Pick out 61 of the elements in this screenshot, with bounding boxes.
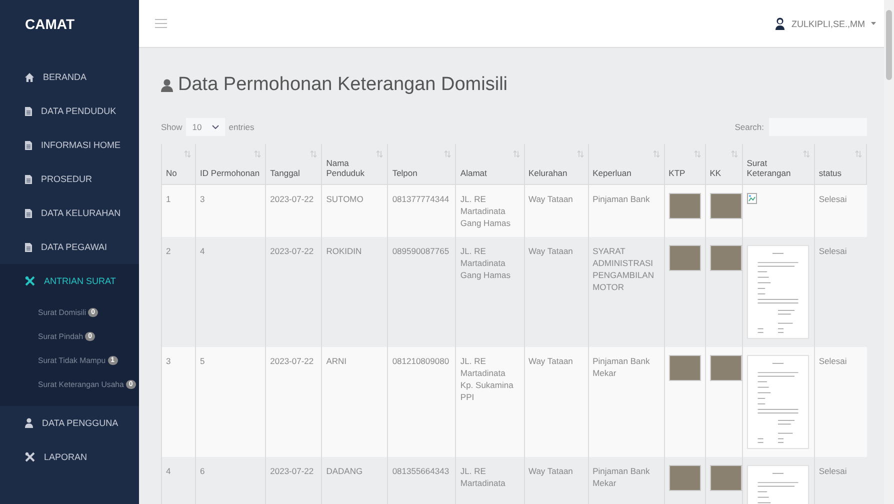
page-title: Data Permohonan Keterangan Domisili (161, 74, 876, 96)
photo-placeholder (710, 465, 742, 491)
sort-icon (310, 150, 318, 158)
photo-placeholder (710, 355, 742, 381)
sidebar-item[interactable]: DATA PEGAWAI (0, 230, 139, 264)
brand-title: CAMAT (24, 15, 76, 34)
show-label: Show (161, 122, 182, 132)
chevron-down-icon (212, 125, 219, 129)
table-cell: JL. RE Martadinata (456, 457, 524, 504)
sidebar-item[interactable]: PROSEDUR (0, 162, 139, 196)
table-cell: 2023-07-22 (266, 457, 322, 504)
table-cell: Pinjaman Bank Mekar (588, 457, 664, 504)
sort-icon (512, 150, 520, 158)
table-cell: DADANG (322, 457, 388, 504)
sort-icon (652, 150, 660, 158)
sort-icon (376, 150, 384, 158)
sidebar-item[interactable]: ANTRIAN SURAT (0, 264, 139, 298)
sidebar-item[interactable]: DATA KELURAHAN (0, 196, 139, 230)
sort-icon (694, 150, 701, 158)
sidebar-item[interactable]: BERANDA (0, 60, 139, 94)
entries-label: entries (228, 122, 254, 132)
sidebar-item[interactable]: DATA PENGGUNA (0, 406, 139, 440)
sort-icon (855, 150, 862, 158)
sort-icon (184, 150, 192, 158)
table-cell: 4 (162, 457, 196, 504)
file-icon (25, 174, 32, 184)
sort-icon (802, 150, 810, 158)
sort-icon (576, 150, 584, 158)
user-icon (25, 418, 33, 428)
user-menu[interactable]: ZULKIPLI,SE.,MM (775, 17, 876, 30)
file-icon (25, 140, 32, 150)
sort-icon (730, 150, 738, 158)
photo-placeholder (668, 193, 701, 219)
table-cell: 081355664343 (388, 457, 456, 504)
sort-icon (444, 150, 452, 158)
table-cell: Way Tataan (524, 457, 588, 504)
table-cell: 6 (196, 457, 266, 504)
search-label: Search: (734, 122, 764, 132)
caret-icon (871, 22, 876, 25)
photo-placeholder (710, 193, 742, 219)
menu-icon[interactable] (155, 19, 167, 28)
broken-image-icon (746, 193, 757, 204)
sidebar-item[interactable]: LAPORAN (0, 440, 139, 474)
sidebar-item[interactable]: DATA PENDUDUK (0, 94, 139, 128)
home-icon (25, 72, 34, 82)
user-icon (161, 78, 173, 92)
file-icon (25, 208, 32, 218)
file-icon (25, 106, 32, 116)
photo-placeholder (668, 245, 701, 271)
entries-select[interactable]: 10 (186, 118, 225, 136)
file-icon (25, 242, 32, 252)
sort-icon (254, 150, 262, 158)
table-cell: Selesai (814, 457, 866, 504)
scrollbar[interactable] (884, 0, 894, 504)
photo-placeholder (668, 355, 701, 381)
user-avatar-icon (775, 17, 786, 30)
tools-icon (25, 276, 35, 286)
photo-placeholder (668, 465, 701, 491)
photo-placeholder (710, 245, 742, 271)
tools-icon (25, 452, 35, 462)
sidebar-item[interactable]: INFORMASI HOME (0, 128, 139, 162)
